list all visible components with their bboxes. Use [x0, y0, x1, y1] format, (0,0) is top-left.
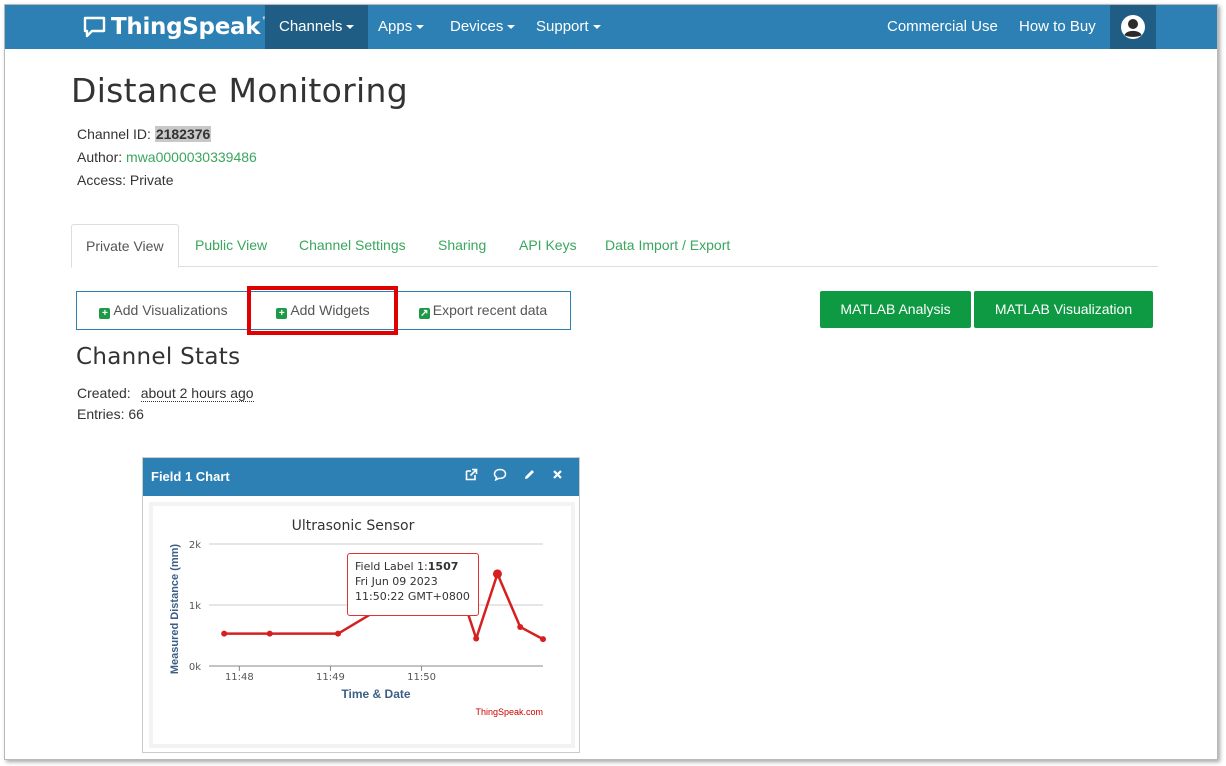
tab-channel-settings[interactable]: Channel Settings — [285, 224, 420, 267]
access-label: Access: — [77, 172, 130, 188]
channel-id-label: Channel ID: — [77, 126, 155, 142]
data-point — [335, 630, 342, 637]
export-icon: ↗ — [418, 308, 430, 319]
nav-apps-label: Apps — [378, 18, 413, 35]
top-navbar: ThingSpeak™ Channels Apps Devices Suppor… — [5, 5, 1217, 49]
stat-entries: Entries: 66 — [77, 406, 144, 422]
author-link[interactable]: mwa0000030339486 — [126, 149, 257, 165]
export-recent-data-button[interactable]: ↗ Export recent data — [395, 291, 571, 330]
chart-title: Ultrasonic Sensor — [292, 518, 415, 534]
nav-commercial-use[interactable]: Commercial Use — [873, 5, 1012, 49]
nav-how-to-buy[interactable]: How to Buy — [1005, 5, 1110, 49]
user-icon — [1121, 15, 1145, 39]
access-value: Private — [129, 172, 174, 188]
comment-icon[interactable] — [492, 468, 508, 484]
tooltip-label: Field Label 1: — [355, 560, 428, 573]
channel-id-value: 2182376 — [154, 126, 212, 142]
tab-public-view[interactable]: Public View — [181, 224, 281, 267]
channel-access: Access: Private — [77, 172, 173, 188]
widget-body: Ultrasonic Sensor 0k 1k 2k 11:48 11:49 11:50 Ti… — [149, 502, 575, 748]
external-link-icon[interactable] — [463, 468, 479, 484]
data-point — [517, 623, 524, 630]
brand-logo[interactable]: ThingSpeak™ — [83, 11, 271, 43]
channel-author: Author: mwa0000030339486 — [77, 149, 257, 165]
chevron-down-icon — [346, 25, 355, 30]
entries-value: 66 — [128, 406, 144, 422]
line-chart: Ultrasonic Sensor 0k 1k 2k 11:48 11:49 11:50 Ti… — [169, 518, 546, 717]
chart-area: Ultrasonic Sensor 0k 1k 2k 11:48 11:49 11:50 Ti… — [153, 506, 571, 744]
x-tick-label: 11:50 — [407, 672, 436, 683]
tooltip-time: 11:50:22 GMT+0800 — [355, 590, 470, 603]
add-visualizations-button[interactable]: + Add Visualizations — [76, 291, 251, 330]
author-label: Author: — [77, 149, 127, 165]
nav-apps[interactable]: Apps — [364, 5, 438, 49]
tab-api-keys[interactable]: API Keys — [505, 224, 591, 267]
tab-sharing[interactable]: Sharing — [424, 224, 500, 267]
created-value: about 2 hours ago — [140, 385, 254, 402]
chevron-down-icon — [416, 25, 425, 30]
user-avatar[interactable] — [1110, 5, 1156, 49]
y-axis-label: Measured Distance (mm) — [169, 544, 181, 675]
tooltip-date: Fri Jun 09 2023 — [355, 575, 438, 588]
speech-bubble-icon — [83, 16, 107, 38]
nav-support-label: Support — [536, 18, 589, 35]
stat-created: Created: about 2 hours ago — [77, 385, 254, 402]
widget-title: Field 1 Chart — [151, 469, 230, 484]
nav-devices[interactable]: Devices — [436, 5, 529, 49]
export-recent-data-label: Export recent data — [432, 302, 548, 318]
matlab-analysis-button[interactable]: MATLAB Analysis — [820, 291, 971, 328]
channel-id: Channel ID: 2182376 — [77, 126, 212, 142]
page-title: Distance Monitoring — [71, 71, 408, 110]
app-window: ThingSpeak™ Channels Apps Devices Suppor… — [4, 4, 1218, 760]
y-tick-label: 0k — [189, 662, 201, 673]
field-chart-widget: Field 1 Chart Ultrasonic Sensor 0k 1k 2k 11:… — [142, 457, 580, 753]
data-point — [266, 630, 273, 637]
plus-square-icon: + — [99, 308, 111, 319]
tooltip-value: 1507 — [427, 560, 459, 573]
nav-support[interactable]: Support — [522, 5, 615, 49]
data-point — [473, 635, 480, 642]
x-tick-label: 11:48 — [225, 672, 254, 683]
channel-tabs: Private View Public View Channel Setting… — [71, 224, 1158, 268]
created-label: Created: — [77, 385, 131, 401]
chart-tooltip: Field Label 1:1507 Fri Jun 09 2023 11:50… — [347, 553, 479, 616]
chevron-down-icon — [592, 25, 601, 30]
data-point — [221, 630, 228, 637]
brand-name: ThingSpeak — [111, 14, 261, 40]
y-tick-label: 2k — [189, 540, 201, 551]
tab-private-view[interactable]: Private View — [71, 224, 179, 268]
entries-label: Entries: — [77, 406, 129, 422]
nav-channels[interactable]: Channels — [265, 5, 369, 49]
data-point — [540, 636, 546, 643]
chevron-down-icon — [507, 25, 516, 30]
y-tick-label: 1k — [189, 601, 201, 612]
data-point — [492, 569, 502, 579]
chart-credit: ThingSpeak.com — [475, 707, 543, 717]
channel-stats-heading: Channel Stats — [76, 344, 241, 370]
widget-header: Field 1 Chart — [143, 458, 579, 496]
nav-devices-label: Devices — [450, 18, 504, 35]
highlight-annotation-box — [247, 286, 398, 335]
tab-data-import-export[interactable]: Data Import / Export — [591, 224, 744, 267]
close-icon[interactable] — [549, 468, 565, 484]
add-visualizations-label: Add Visualizations — [113, 302, 228, 318]
x-tick-label: 11:49 — [316, 672, 345, 683]
matlab-visualization-button[interactable]: MATLAB Visualization — [974, 291, 1153, 328]
x-axis-label: Time & Date — [341, 687, 410, 701]
pencil-icon[interactable] — [521, 468, 537, 484]
nav-channels-label: Channels — [279, 18, 343, 35]
